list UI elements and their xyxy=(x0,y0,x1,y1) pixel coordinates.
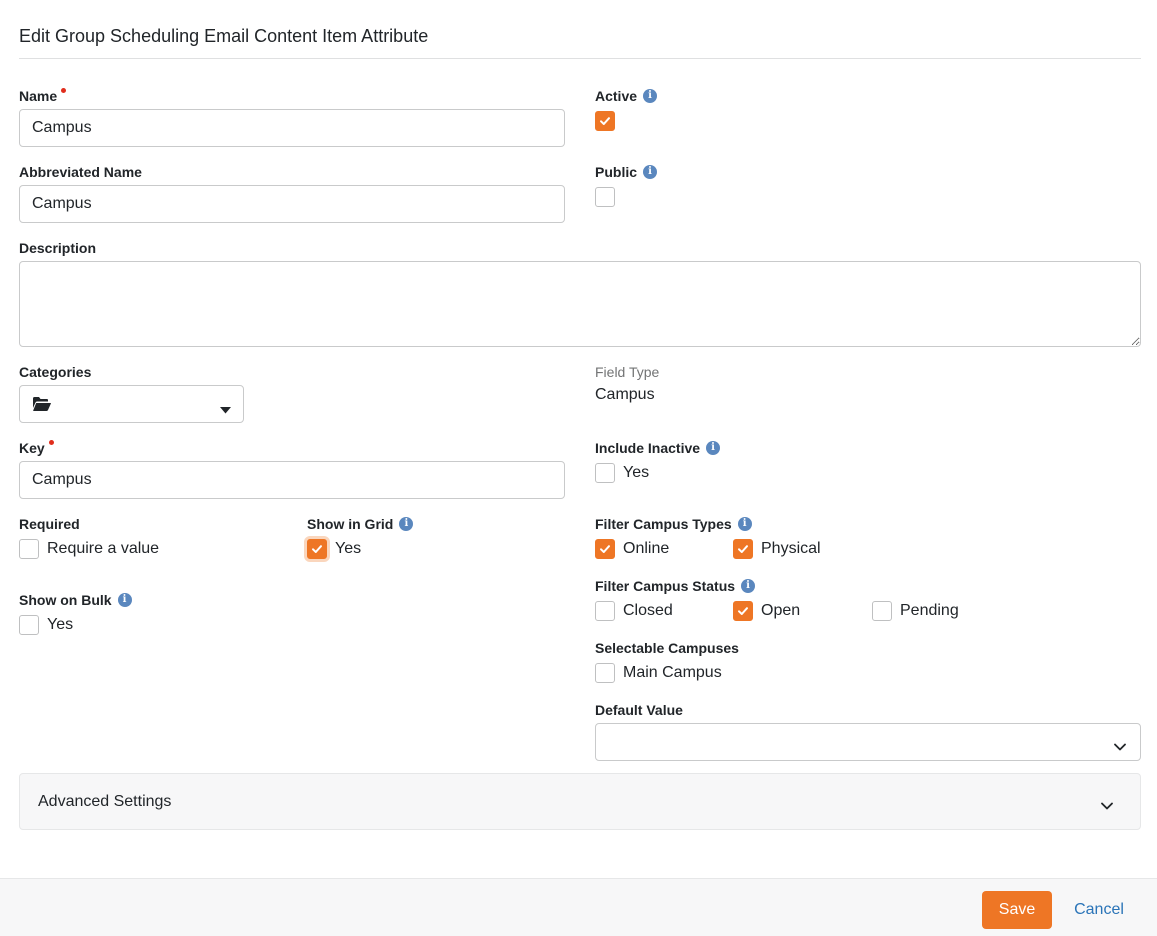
abbreviated-name-input[interactable] xyxy=(19,185,565,223)
campus-type-online-checkbox[interactable] xyxy=(595,539,615,559)
filter-campus-status-label: Filter Campus Status i xyxy=(595,578,756,594)
chevron-down-icon xyxy=(1114,738,1126,756)
categories-picker[interactable] xyxy=(19,385,244,423)
info-icon[interactable]: i xyxy=(643,165,658,179)
campus-status-closed-text: Closed xyxy=(623,602,673,619)
campus-type-online-text: Online xyxy=(623,540,670,557)
public-checkbox[interactable] xyxy=(595,187,615,207)
default-value-label: Default Value xyxy=(595,702,683,718)
check-icon xyxy=(600,545,610,553)
campus-status-pending-text: Pending xyxy=(900,602,959,619)
campus-status-open-checkbox[interactable] xyxy=(733,601,753,621)
abbreviated-name-label: Abbreviated Name xyxy=(19,164,142,180)
check-icon xyxy=(738,607,748,615)
include-inactive-option[interactable]: Yes xyxy=(595,463,649,483)
check-icon xyxy=(312,545,322,553)
info-icon[interactable]: i xyxy=(737,517,752,531)
advanced-settings-title: Advanced Settings xyxy=(38,793,172,810)
page-title: Edit Group Scheduling Email Content Item… xyxy=(19,26,429,46)
campus-status-pending-checkbox[interactable] xyxy=(872,601,892,621)
campus-type-physical-checkbox[interactable] xyxy=(733,539,753,559)
cancel-button[interactable]: Cancel xyxy=(1066,891,1132,929)
main-campus-option[interactable]: Main Campus xyxy=(595,663,722,683)
field-type-label: Field Type xyxy=(595,364,660,380)
description-textarea[interactable] xyxy=(19,261,1141,347)
selectable-campuses-label: Selectable Campuses xyxy=(595,640,739,656)
campus-status-open-text: Open xyxy=(761,602,801,619)
campus-status-open-option[interactable]: Open xyxy=(733,601,800,621)
info-icon[interactable]: i xyxy=(643,89,658,103)
caret-down-icon xyxy=(220,401,231,419)
show-on-bulk-label-text: Show on Bulk xyxy=(19,592,112,608)
show-in-grid-option[interactable]: Yes xyxy=(307,539,361,559)
show-in-grid-label: Show in Grid i xyxy=(307,516,414,532)
include-inactive-checkbox[interactable] xyxy=(595,463,615,483)
info-icon[interactable]: i xyxy=(117,593,132,607)
key-label: Key xyxy=(19,439,54,456)
chevron-down-icon[interactable] xyxy=(1101,797,1113,815)
active-option[interactable] xyxy=(595,111,615,131)
required-indicator xyxy=(61,87,67,93)
name-label-text: Name xyxy=(19,88,58,104)
info-icon[interactable]: i xyxy=(399,517,414,531)
default-value-select[interactable] xyxy=(595,723,1141,761)
filter-campus-status-label-text: Filter Campus Status xyxy=(595,578,736,594)
show-on-bulk-text: Yes xyxy=(47,616,74,633)
key-label-text: Key xyxy=(19,440,45,456)
filter-campus-types-label: Filter Campus Types i xyxy=(595,516,752,532)
require-value-checkbox[interactable] xyxy=(19,539,39,559)
save-button[interactable]: Save xyxy=(982,891,1052,929)
required-indicator xyxy=(48,439,54,445)
active-label-text: Active xyxy=(595,88,638,104)
campus-status-pending-option[interactable]: Pending xyxy=(872,601,959,621)
title-divider xyxy=(19,58,1141,59)
include-inactive-text: Yes xyxy=(623,464,650,481)
field-type-value: Campus xyxy=(595,386,655,403)
campus-status-closed-option[interactable]: Closed xyxy=(595,601,673,621)
key-input[interactable] xyxy=(19,461,565,499)
info-icon[interactable]: i xyxy=(741,579,756,593)
show-in-grid-label-text: Show in Grid xyxy=(307,516,394,532)
folder-open-icon xyxy=(33,397,51,416)
campus-type-physical-text: Physical xyxy=(761,540,821,557)
public-option[interactable] xyxy=(595,187,615,207)
public-label-text: Public xyxy=(595,164,638,180)
required-label: Required xyxy=(19,516,80,532)
include-inactive-label: Include Inactive i xyxy=(595,440,721,456)
require-value-text: Require a value xyxy=(47,540,160,557)
require-value-option[interactable]: Require a value xyxy=(19,539,159,559)
include-inactive-label-text: Include Inactive xyxy=(595,440,701,456)
info-icon[interactable]: i xyxy=(706,441,721,455)
active-label: Active i xyxy=(595,88,658,104)
show-on-bulk-label: Show on Bulk i xyxy=(19,592,132,608)
campus-type-physical-option[interactable]: Physical xyxy=(733,539,821,559)
public-label: Public i xyxy=(595,164,658,180)
campus-status-closed-checkbox[interactable] xyxy=(595,601,615,621)
main-campus-text: Main Campus xyxy=(623,664,722,681)
filter-campus-types-label-text: Filter Campus Types xyxy=(595,516,732,532)
active-checkbox[interactable] xyxy=(595,111,615,131)
name-input[interactable] xyxy=(19,109,565,147)
advanced-settings-panel[interactable]: Advanced Settings xyxy=(19,773,1141,830)
show-on-bulk-option[interactable]: Yes xyxy=(19,615,73,635)
categories-label: Categories xyxy=(19,364,92,380)
check-icon xyxy=(600,117,610,125)
main-campus-checkbox[interactable] xyxy=(595,663,615,683)
show-in-grid-text: Yes xyxy=(335,540,362,557)
check-icon xyxy=(738,545,748,553)
show-in-grid-checkbox[interactable] xyxy=(307,539,327,559)
footer-actions: Save Cancel xyxy=(0,878,1157,936)
show-on-bulk-checkbox[interactable] xyxy=(19,615,39,635)
description-label: Description xyxy=(19,240,97,256)
campus-type-online-option[interactable]: Online xyxy=(595,539,669,559)
name-label: Name xyxy=(19,87,67,104)
